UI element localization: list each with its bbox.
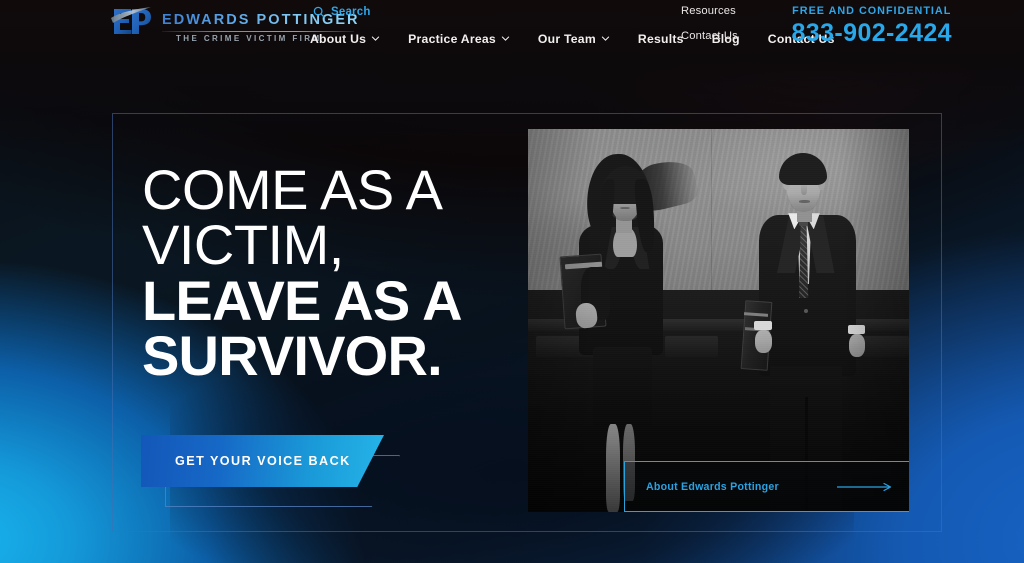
arrow-right-icon <box>837 482 892 492</box>
page-root: EDWARDS POTTINGER THE CRIME VICTIM FIRM … <box>0 0 1024 563</box>
chevron-down-icon <box>372 35 380 41</box>
search-button[interactable]: Search <box>313 6 371 18</box>
nav-label: Results <box>637 32 684 46</box>
utility-link-contact-us[interactable]: Contact Us <box>681 30 738 42</box>
main-navigation: About Us Practice Areas Our Team Results… <box>310 32 835 46</box>
cta-label: GET YOUR VOICE BACK <box>175 454 351 468</box>
headline-line-2: VICTIM, <box>142 213 344 277</box>
attorneys-photograph <box>528 129 909 512</box>
search-icon <box>313 6 325 18</box>
phone-block: FREE AND CONFIDENTIAL 833-902-2424 <box>792 5 953 48</box>
get-your-voice-back-button[interactable]: GET YOUR VOICE BACK <box>141 435 384 487</box>
phone-label: FREE AND CONFIDENTIAL <box>792 5 952 17</box>
headline-line-3: LEAVE AS A <box>142 268 463 332</box>
phone-number-link[interactable]: 833-902-2424 <box>792 19 953 48</box>
hero-headline: COME AS A VICTIM, LEAVE AS A SURVIVOR. <box>142 158 463 388</box>
logo-tagline: THE CRIME VICTIM FIRM <box>176 34 322 43</box>
nav-label: Practice Areas <box>408 32 496 46</box>
nav-item-our-team[interactable]: Our Team <box>538 32 610 46</box>
headline-line-1: COME AS A <box>142 158 443 221</box>
cta-zone: GET YOUR VOICE BACK <box>141 435 401 510</box>
photo-grain-overlay <box>528 129 909 512</box>
nav-item-practice-areas[interactable]: Practice Areas <box>408 32 510 46</box>
nav-item-results[interactable]: Results <box>638 32 684 46</box>
site-logo[interactable]: EDWARDS POTTINGER THE CRIME VICTIM FIRM <box>110 4 358 46</box>
chevron-down-icon <box>601 35 610 41</box>
hero-photo <box>528 129 909 512</box>
about-link-label: About Edwards Pottinger <box>646 481 779 493</box>
chevron-down-icon <box>501 35 510 41</box>
search-label: Search <box>331 6 371 18</box>
nav-label: Our Team <box>537 32 596 46</box>
site-header: EDWARDS POTTINGER THE CRIME VICTIM FIRM … <box>0 0 1024 62</box>
nav-label: About Us <box>310 32 367 46</box>
headline-line-4: SURVIVOR. <box>142 324 443 388</box>
nav-item-about-us[interactable]: About Us <box>310 32 380 46</box>
utility-navigation: Resources Contact Us <box>681 5 738 55</box>
ep-monogram-icon <box>111 7 151 34</box>
about-edwards-pottinger-link[interactable]: About Edwards Pottinger <box>646 472 911 502</box>
utility-link-resources[interactable]: Resources <box>681 5 738 17</box>
